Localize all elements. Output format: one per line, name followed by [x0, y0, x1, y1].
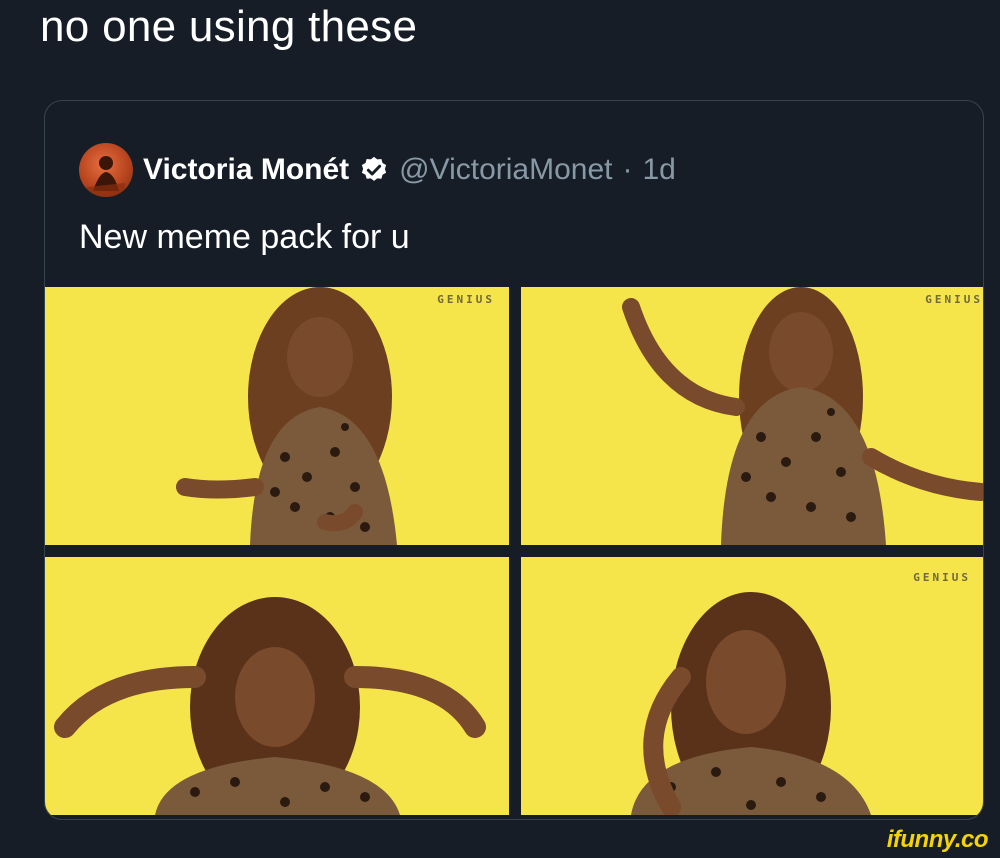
- display-name[interactable]: Victoria Monét: [143, 153, 349, 187]
- genius-watermark: GENIUS: [437, 293, 495, 306]
- genius-watermark: GENIUS: [913, 571, 971, 584]
- tweet-header: Victoria Monét @VictoriaMonet · 1d: [79, 143, 676, 197]
- media-grid: GENIUS GENIUS GENIUS: [45, 287, 983, 819]
- post-caption: no one using these: [40, 2, 418, 51]
- ifunny-watermark: ifunny.co: [886, 826, 989, 853]
- quoted-tweet-card[interactable]: Victoria Monét @VictoriaMonet · 1d New m…: [44, 100, 984, 820]
- media-image-2[interactable]: GENIUS: [521, 287, 983, 545]
- media-image-4[interactable]: GENIUS: [521, 557, 983, 815]
- user-handle[interactable]: @VictoriaMonet: [399, 153, 612, 187]
- media-image-3[interactable]: [45, 557, 509, 815]
- photo-woman-arm-raised: [622, 287, 983, 545]
- timestamp[interactable]: 1d: [642, 153, 675, 187]
- verified-badge-icon: [362, 156, 387, 181]
- tweet-text: New meme pack for u: [79, 218, 410, 256]
- photo-woman-hands-behind-head: [54, 597, 486, 815]
- genius-watermark: GENIUS: [925, 293, 983, 306]
- media-image-1[interactable]: GENIUS: [45, 287, 509, 545]
- avatar-image: [87, 156, 125, 197]
- photo-woman-gesturing: [176, 287, 397, 545]
- photo-woman-waving: [631, 592, 871, 815]
- separator-dot: ·: [622, 153, 633, 186]
- avatar[interactable]: [79, 143, 133, 197]
